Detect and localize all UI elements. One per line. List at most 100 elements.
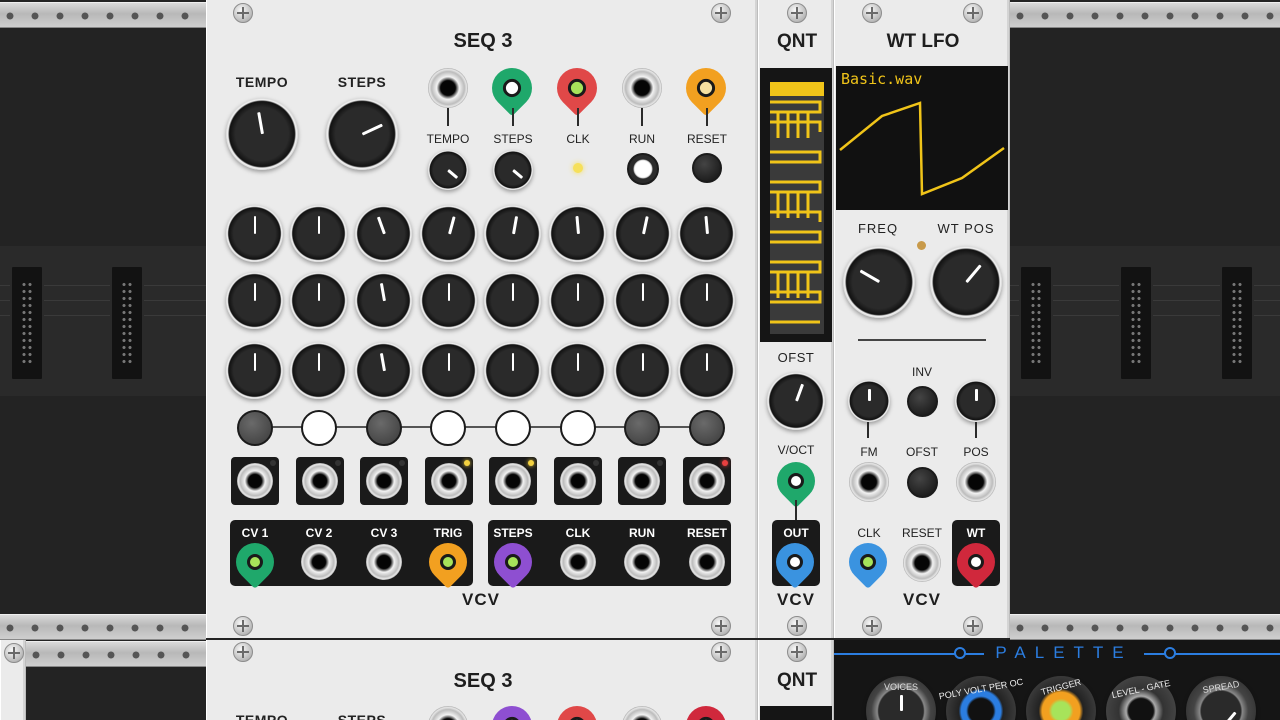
step-knob[interactable] — [226, 272, 283, 329]
ofst-knob[interactable] — [767, 372, 825, 430]
gate-button-step-4[interactable] — [430, 410, 466, 446]
clk-output[interactable] — [560, 544, 596, 580]
step-knob[interactable] — [290, 272, 347, 329]
gate-output-step-8[interactable] — [689, 463, 725, 499]
power-connector — [1220, 265, 1254, 381]
wtpos-label: WT POS — [937, 221, 995, 236]
gate-output-step-2[interactable] — [302, 463, 338, 499]
step-knob[interactable] — [420, 205, 477, 262]
run-output[interactable] — [624, 544, 660, 580]
cv3-label: CV 3 — [370, 526, 398, 540]
gate-button-step-2[interactable] — [301, 410, 337, 446]
rack-rail — [0, 2, 206, 28]
steps-port-label: STEPS — [493, 132, 533, 146]
freq-knob[interactable] — [843, 246, 915, 318]
step-knob[interactable] — [290, 342, 347, 399]
inv-button[interactable] — [907, 386, 938, 417]
cv2-output[interactable] — [301, 544, 337, 580]
reset-input[interactable] — [903, 544, 941, 582]
qnt-keyboard-grid — [770, 82, 824, 334]
module-title: QNT — [776, 31, 818, 52]
power-connector — [110, 265, 144, 381]
voices-label: VOICES — [883, 682, 919, 692]
gate-output-step-3[interactable] — [366, 463, 402, 499]
cv3-output[interactable] — [366, 544, 402, 580]
reset-output[interactable] — [689, 544, 725, 580]
step-knob[interactable] — [549, 342, 606, 399]
out-label: OUT — [783, 526, 809, 540]
gate-output-box — [489, 457, 537, 505]
gate-output-step-5[interactable] — [495, 463, 531, 499]
step-knob[interactable] — [614, 205, 671, 262]
tempo-cv-attenuator[interactable] — [428, 150, 468, 190]
step-knob[interactable] — [678, 342, 735, 399]
step-knob[interactable] — [484, 272, 541, 329]
pos-attenuator[interactable] — [955, 380, 997, 422]
gate-output-step-1[interactable] — [237, 463, 273, 499]
run-button[interactable] — [627, 153, 659, 185]
tempo-cv-input[interactable] — [428, 68, 468, 108]
pos-input[interactable] — [956, 462, 996, 502]
gate-button-step-1[interactable] — [237, 410, 273, 446]
step-knob[interactable] — [355, 342, 412, 399]
step-knob[interactable] — [355, 272, 412, 329]
steps-knob[interactable] — [326, 98, 398, 170]
rack-rail — [0, 614, 206, 640]
qnt-keyboard[interactable] — [760, 68, 832, 342]
gate-output-box — [618, 457, 666, 505]
reset-port-label: RESET — [686, 132, 728, 146]
gate-output-box — [231, 457, 279, 505]
gate-output-box — [425, 457, 473, 505]
wtpos-knob[interactable] — [930, 246, 1002, 318]
tempo-knob[interactable] — [226, 98, 298, 170]
step-knob[interactable] — [549, 205, 606, 262]
reset-button[interactable] — [692, 153, 722, 183]
module-title: WT LFO — [886, 31, 960, 52]
reset-label: RESET — [901, 526, 943, 540]
clk-light — [573, 163, 583, 173]
step-knob[interactable] — [355, 205, 412, 262]
step-knob[interactable] — [549, 272, 606, 329]
steps-cv-attenuator[interactable] — [493, 150, 533, 190]
gate-button-step-5[interactable] — [495, 410, 531, 446]
cv2-label: CV 2 — [305, 526, 333, 540]
tempo-knob-label: TEMPO — [235, 74, 289, 90]
gate-output-step-4[interactable] — [431, 463, 467, 499]
step-knob[interactable] — [678, 205, 735, 262]
seq3-module-lower: SEQ 3 — [206, 640, 758, 720]
step-knob[interactable] — [614, 342, 671, 399]
rack-rail — [1010, 614, 1280, 640]
step-knob[interactable] — [484, 342, 541, 399]
gate-output-step-7[interactable] — [624, 463, 660, 499]
module-title: SEQ 3 — [453, 30, 513, 52]
gate-button-step-6[interactable] — [560, 410, 596, 446]
step-knob[interactable] — [614, 272, 671, 329]
pos-label: POS — [963, 445, 989, 459]
run-input[interactable] — [622, 68, 662, 108]
power-connector — [1119, 265, 1153, 381]
fm-attenuator[interactable] — [848, 380, 890, 422]
module-title: SEQ 3 — [453, 670, 513, 692]
step-knob[interactable] — [226, 205, 283, 262]
step-knob[interactable] — [420, 342, 477, 399]
clk-label: CLK — [857, 526, 881, 540]
vcv-logo: VCV — [777, 590, 815, 609]
gate-button-step-8[interactable] — [689, 410, 725, 446]
fm-input[interactable] — [849, 462, 889, 502]
step-knob[interactable] — [290, 205, 347, 262]
step-knob[interactable] — [678, 272, 735, 329]
trig-label: TRIG — [433, 526, 463, 540]
tempo-knob-label: TEMPO — [235, 712, 289, 720]
step-knob[interactable] — [420, 272, 477, 329]
ofst-button[interactable] — [907, 467, 938, 498]
wt-output-label: WT — [966, 526, 986, 540]
gate-output-step-6[interactable] — [560, 463, 596, 499]
gate-button-step-3[interactable] — [366, 410, 402, 446]
gate-button-step-7[interactable] — [624, 410, 660, 446]
waveform-plot — [839, 101, 1005, 196]
steps-output-label: STEPS — [493, 526, 533, 540]
steps-knob-label: STEPS — [337, 712, 387, 720]
step-knob[interactable] — [226, 342, 283, 399]
step-knob[interactable] — [484, 205, 541, 262]
gate-output-box — [360, 457, 408, 505]
